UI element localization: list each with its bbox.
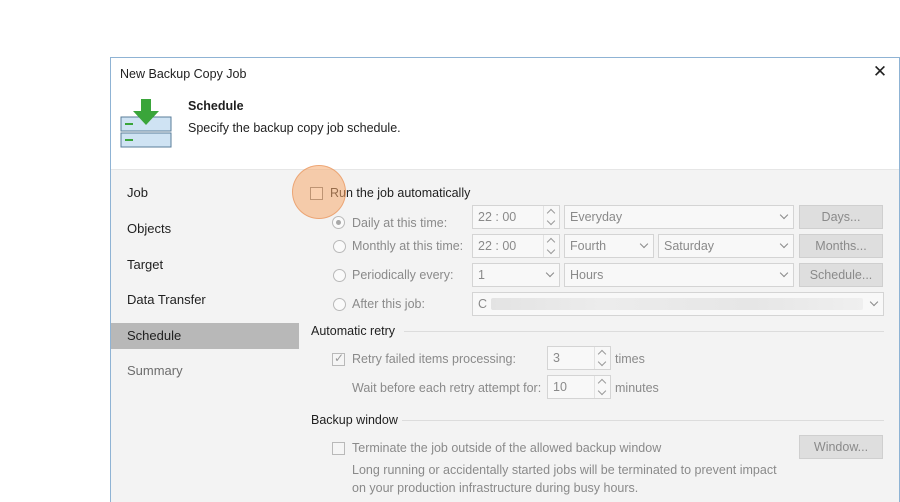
- daily-radio[interactable]: [332, 216, 345, 229]
- chevron-down-icon: [545, 268, 555, 278]
- backup-copy-icon: [120, 99, 172, 148]
- chevron-down-icon: [779, 239, 789, 249]
- after-job-radio[interactable]: [333, 298, 346, 311]
- monthly-radio[interactable]: [333, 240, 346, 253]
- dialog-titlebar: New Backup Copy Job ✕: [111, 58, 899, 90]
- daily-time-input[interactable]: 22 : 00: [472, 205, 560, 229]
- retry-count-value: 3: [553, 351, 560, 365]
- chevron-down-icon: [869, 297, 879, 307]
- automatic-retry-divider: [404, 331, 884, 332]
- monthly-time-spinner-icon[interactable]: [543, 235, 559, 257]
- period-unit-value: Hours: [570, 268, 604, 282]
- chevron-down-icon: [639, 239, 649, 249]
- page-subtitle: Specify the backup copy job schedule.: [188, 121, 401, 135]
- retry-failed-label: Retry failed items processing:: [352, 352, 516, 366]
- months-button[interactable]: Months...: [799, 234, 883, 258]
- monthly-time-input[interactable]: 22 : 00: [472, 234, 560, 258]
- backup-window-note-line1: Long running or accidentally started job…: [352, 463, 777, 477]
- chevron-down-icon: [779, 268, 789, 278]
- backup-window-group-label: Backup window: [311, 413, 398, 427]
- terminate-job-checkbox[interactable]: [332, 442, 345, 455]
- dialog-title: New Backup Copy Job: [120, 67, 247, 81]
- wait-minutes-input[interactable]: 10: [547, 375, 611, 399]
- wait-unit-label: minutes: [615, 381, 659, 395]
- sidebar-item-summary[interactable]: Summary: [111, 358, 299, 384]
- period-value-select[interactable]: 1: [472, 263, 560, 287]
- daily-days-select[interactable]: Everyday: [564, 205, 794, 229]
- daily-time-spinner-icon[interactable]: [543, 206, 559, 228]
- daily-time-value: 22 : 00: [478, 210, 517, 224]
- wizard-header: Schedule Specify the backup copy job sch…: [111, 90, 899, 170]
- sidebar-item-job[interactable]: Job: [111, 180, 299, 206]
- after-job-label: After this job:: [352, 297, 425, 311]
- retry-count-input[interactable]: 3: [547, 346, 611, 370]
- daily-days-value: Everyday: [570, 210, 623, 224]
- periodically-label: Periodically every:: [352, 268, 454, 282]
- retry-unit-label: times: [615, 352, 645, 366]
- schedule-button[interactable]: Schedule...: [799, 263, 883, 287]
- redacted-job-name: [491, 298, 863, 310]
- wizard-sidebar: Job Objects Target Data Transfer Schedul…: [111, 170, 299, 502]
- sidebar-item-data-transfer[interactable]: Data Transfer: [111, 287, 299, 313]
- sidebar-item-schedule[interactable]: Schedule: [111, 323, 299, 349]
- automatic-retry-group-label: Automatic retry: [311, 324, 396, 338]
- monthly-time-value: 22 : 00: [478, 239, 517, 253]
- terminate-job-label: Terminate the job outside of the allowed…: [352, 441, 662, 455]
- monthly-day-value: Saturday: [664, 239, 715, 253]
- wait-minutes-spinner-icon[interactable]: [594, 376, 610, 398]
- page-title: Schedule: [188, 99, 244, 113]
- window-button[interactable]: Window...: [799, 435, 883, 459]
- period-value: 1: [478, 268, 485, 282]
- sidebar-item-objects[interactable]: Objects: [111, 216, 299, 242]
- wait-retry-label: Wait before each retry attempt for:: [352, 381, 542, 395]
- monthly-day-select[interactable]: Saturday: [658, 234, 794, 258]
- backup-window-note-line2: on your production infrastructure during…: [352, 481, 639, 495]
- close-icon[interactable]: ✕: [871, 63, 889, 81]
- chevron-down-icon: [779, 210, 789, 220]
- backup-window-divider: [402, 420, 884, 421]
- run-automatically-checkbox[interactable]: [310, 187, 323, 200]
- sidebar-item-target[interactable]: Target: [111, 252, 299, 278]
- wait-minutes-value: 10: [553, 380, 567, 394]
- period-unit-select[interactable]: Hours: [564, 263, 794, 287]
- monthly-label: Monthly at this time:: [352, 239, 464, 253]
- monthly-week-value: Fourth: [570, 239, 607, 253]
- checkmark-icon: ✓: [334, 351, 345, 365]
- retry-failed-checkbox[interactable]: ✓: [332, 351, 345, 366]
- days-button[interactable]: Days...: [799, 205, 883, 229]
- retry-count-spinner-icon[interactable]: [594, 347, 610, 369]
- monthly-week-select[interactable]: Fourth: [564, 234, 654, 258]
- run-automatically-label: Run the job automatically: [330, 186, 471, 200]
- periodically-radio[interactable]: [333, 269, 346, 282]
- after-job-value: C: [478, 297, 488, 311]
- after-job-select[interactable]: C: [472, 292, 884, 316]
- daily-label: Daily at this time:: [352, 216, 448, 230]
